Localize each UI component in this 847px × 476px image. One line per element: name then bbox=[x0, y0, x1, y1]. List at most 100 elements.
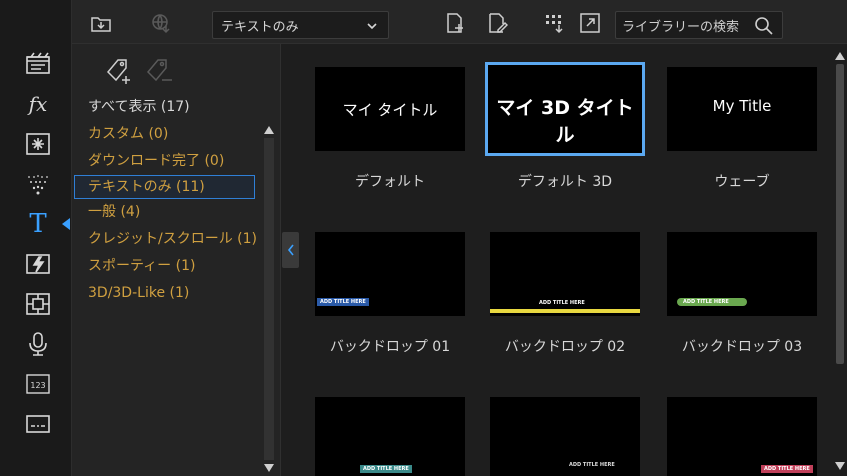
subtitle-icon bbox=[26, 415, 50, 433]
category-text-only[interactable]: テキストのみ (11) bbox=[74, 175, 255, 199]
chevron-down-icon bbox=[367, 23, 377, 30]
particle-room-button[interactable] bbox=[22, 130, 54, 158]
tile-label: バックドロップ 03 bbox=[681, 339, 803, 355]
transition-icon bbox=[26, 254, 50, 274]
content-filter-dropdown[interactable]: テキストのみ bbox=[212, 11, 389, 39]
title-room-button[interactable]: T bbox=[22, 209, 54, 239]
scroll-up-arrow-icon[interactable] bbox=[264, 126, 274, 134]
enlarge-view-button[interactable] bbox=[577, 10, 603, 36]
title-tile-backdrop-01[interactable]: ADD TITLE HERE バックドロップ 01 bbox=[315, 232, 465, 356]
add-tag-button[interactable] bbox=[104, 56, 134, 86]
edit-title-button[interactable] bbox=[484, 10, 510, 36]
voiceover-room-button[interactable] bbox=[22, 330, 54, 358]
sparkle-icon bbox=[28, 175, 48, 195]
fx-room-button[interactable]: fx bbox=[22, 90, 54, 118]
delete-tag-button[interactable] bbox=[144, 56, 174, 86]
filter-selected-value: テキストのみ bbox=[221, 19, 299, 35]
thumbnail-title-text: ADD TITLE HERE bbox=[360, 465, 412, 473]
category-all[interactable]: すべて表示 (17) bbox=[72, 94, 262, 121]
tile-thumbnail: ADD TITLE HERE bbox=[667, 397, 817, 476]
tile-label: デフォルト 3D bbox=[517, 174, 613, 190]
category-list: すべて表示 (17) カスタム (0) ダウンロード完了 (0) テキストのみ … bbox=[72, 94, 262, 307]
thumbnail-title-text: マイ タイトル bbox=[342, 101, 438, 119]
thumbnail-title-text: My Title bbox=[712, 97, 772, 115]
expand-icon bbox=[580, 13, 600, 33]
tile-thumbnail: ADD TITLE HERE bbox=[490, 232, 640, 316]
library-search-input[interactable]: ライブラリーの検索 bbox=[615, 11, 783, 39]
tile-label: ウェーブ bbox=[714, 174, 770, 190]
import-button[interactable] bbox=[88, 10, 114, 36]
category-scrollbar[interactable] bbox=[262, 124, 276, 476]
import-folder-icon bbox=[91, 17, 111, 32]
edit-template-icon bbox=[489, 13, 508, 33]
sparkle-room-button[interactable] bbox=[22, 170, 54, 198]
title-tile-default-3d[interactable]: マイ 3D タイトル デフォルト 3D bbox=[485, 62, 645, 191]
backdrop-bar bbox=[490, 309, 640, 313]
pip-room-button[interactable] bbox=[22, 290, 54, 318]
library-toolbar: テキストのみ ライブラリーの検索 bbox=[72, 0, 847, 44]
category-downloaded[interactable]: ダウンロード完了 (0) bbox=[72, 148, 262, 175]
svg-text:123: 123 bbox=[30, 381, 45, 390]
title-tile-default[interactable]: マイ タイトル デフォルト bbox=[315, 67, 465, 191]
thumbnail-title-text: ADD TITLE HERE bbox=[761, 465, 813, 473]
search-icon[interactable] bbox=[754, 16, 774, 36]
search-placeholder: ライブラリーの検索 bbox=[622, 19, 740, 35]
transition-room-button[interactable] bbox=[22, 250, 54, 278]
category-custom[interactable]: カスタム (0) bbox=[72, 121, 262, 148]
globe-download-icon bbox=[152, 14, 170, 34]
tile-thumbnail: ADD TITLE HERE bbox=[315, 232, 465, 316]
category-general[interactable]: 一般 (4) bbox=[72, 199, 262, 226]
fx-icon: fx bbox=[28, 92, 48, 116]
thumbnail-title-text: ADD TITLE HERE bbox=[569, 462, 615, 468]
scroll-down-arrow-icon[interactable] bbox=[264, 464, 274, 472]
grid-scrollbar[interactable] bbox=[833, 44, 847, 476]
collapse-panel-button[interactable] bbox=[282, 232, 299, 268]
particle-icon bbox=[26, 133, 50, 155]
active-room-indicator bbox=[62, 218, 70, 230]
title-tile-backdrop-03[interactable]: ADD TITLE HERE バックドロップ 03 bbox=[667, 232, 817, 356]
title-tile-wave[interactable]: My Title ウェーブ bbox=[667, 67, 817, 191]
scroll-up-arrow-icon[interactable] bbox=[835, 52, 845, 60]
chevron-left-icon bbox=[287, 244, 294, 256]
thumbnail-title-text: マイ 3D タイトル bbox=[496, 97, 634, 146]
tag-remove-icon bbox=[146, 59, 172, 82]
title-tile-row3-2[interactable]: ADD TITLE HERE bbox=[490, 397, 640, 476]
scroll-thumb[interactable] bbox=[836, 64, 844, 364]
category-panel: すべて表示 (17) カスタム (0) ダウンロード完了 (0) テキストのみ … bbox=[72, 44, 281, 476]
chapter-room-button[interactable]: 123 bbox=[22, 370, 54, 398]
new-title-button[interactable] bbox=[442, 10, 468, 36]
thumbnail-title-text: ADD TITLE HERE bbox=[539, 300, 585, 306]
microphone-icon bbox=[29, 332, 47, 356]
thumbnail-title-text: ADD TITLE HERE bbox=[317, 298, 369, 306]
download-content-button[interactable] bbox=[148, 10, 174, 36]
sort-button[interactable] bbox=[541, 10, 567, 36]
tile-thumbnail: マイ タイトル bbox=[315, 67, 465, 151]
tag-add-icon bbox=[106, 59, 130, 84]
scroll-down-arrow-icon[interactable] bbox=[835, 462, 845, 470]
category-sporty[interactable]: スポーティー (1) bbox=[72, 253, 262, 280]
thumbnail-title-text: ADD TITLE HERE bbox=[677, 298, 747, 306]
scroll-track[interactable] bbox=[264, 138, 274, 460]
tile-label: デフォルト bbox=[355, 174, 425, 190]
chapter-icon: 123 bbox=[26, 374, 50, 394]
grid-sort-icon bbox=[546, 15, 563, 34]
media-room-button[interactable] bbox=[22, 50, 54, 78]
clapperboard-icon bbox=[26, 52, 50, 74]
tile-thumbnail: マイ 3D タイトル bbox=[485, 62, 645, 156]
subtitle-room-button[interactable] bbox=[22, 410, 54, 438]
pip-icon bbox=[26, 293, 50, 315]
tile-thumbnail: ADD TITLE HERE bbox=[315, 397, 465, 476]
category-3d[interactable]: 3D/3D-Like (1) bbox=[72, 280, 262, 307]
tile-thumbnail: My Title bbox=[667, 67, 817, 151]
tile-label: バックドロップ 02 bbox=[504, 339, 626, 355]
title-template-grid: マイ タイトル デフォルト マイ 3D タイトル デフォルト 3D My Tit… bbox=[300, 44, 833, 476]
category-credits-scroll[interactable]: クレジット/スクロール (1) bbox=[72, 226, 262, 253]
title-tile-row3-1[interactable]: ADD TITLE HERE bbox=[315, 397, 465, 476]
module-rail: fx T 123 bbox=[0, 0, 72, 476]
title-tile-backdrop-02[interactable]: ADD TITLE HERE バックドロップ 02 bbox=[490, 232, 640, 356]
tile-thumbnail: ADD TITLE HERE bbox=[667, 232, 817, 316]
new-template-icon bbox=[447, 13, 463, 33]
title-icon: T bbox=[29, 209, 47, 239]
tile-thumbnail: ADD TITLE HERE bbox=[490, 397, 640, 476]
title-tile-row3-3[interactable]: ADD TITLE HERE bbox=[667, 397, 817, 476]
